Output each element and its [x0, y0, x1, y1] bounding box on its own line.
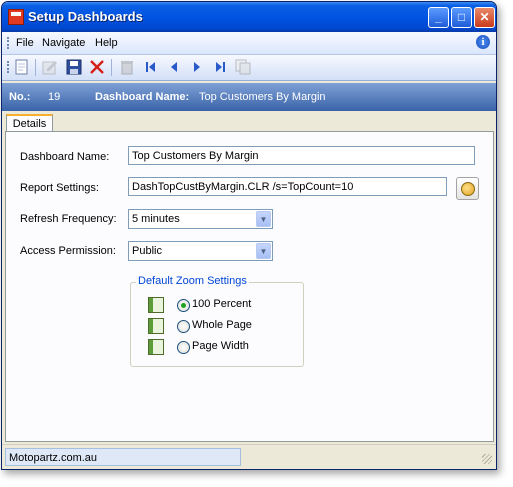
access-permission-value: Public	[132, 245, 162, 257]
zoom-page-width-icon	[148, 339, 164, 355]
report-settings-label: Report Settings:	[20, 182, 99, 194]
toolbar-grip	[7, 61, 11, 73]
record-header: No.: 19 Dashboard Name: Top Customers By…	[2, 83, 496, 111]
refresh-frequency-select[interactable]: 5 minutes ▼	[128, 209, 273, 229]
maximize-icon: □	[457, 10, 466, 24]
dashboard-name-header-value: Top Customers By Margin	[199, 91, 326, 103]
refresh-frequency-value: 5 minutes	[132, 213, 180, 225]
menu-navigate[interactable]: Navigate	[42, 37, 85, 49]
delete-x-icon[interactable]	[89, 59, 105, 75]
close-icon: ✕	[479, 10, 490, 24]
zoom-page-width-label[interactable]: Page Width	[192, 340, 249, 352]
menu-grip	[7, 37, 11, 49]
report-settings-browse-button[interactable]	[456, 177, 479, 200]
record-number-label: No.:	[9, 91, 31, 103]
last-record-icon[interactable]	[212, 59, 228, 75]
zoom-100-percent-radio[interactable]	[177, 299, 190, 312]
window-title: Setup Dashboards	[28, 9, 143, 24]
trash-icon[interactable]	[119, 59, 135, 75]
app-icon	[8, 9, 24, 25]
toolbar-separator	[35, 59, 36, 76]
dashboard-name-label: Dashboard Name:	[20, 151, 110, 163]
zoom-whole-page-radio[interactable]	[177, 320, 190, 333]
zoom-whole-page-icon	[148, 318, 164, 334]
setup-dashboards-window: Setup Dashboards _ □ ✕ File Navigate Hel…	[1, 1, 497, 470]
zoom-page-width-radio[interactable]	[177, 341, 190, 354]
info-icon[interactable]: i	[476, 35, 490, 49]
menu-file[interactable]: File	[16, 37, 34, 49]
toolbar-separator	[111, 59, 112, 76]
first-record-icon[interactable]	[143, 59, 159, 75]
minimize-button[interactable]: _	[428, 7, 449, 28]
default-zoom-title: Default Zoom Settings	[136, 275, 249, 287]
chevron-down-icon[interactable]: ▼	[256, 243, 271, 259]
record-number-value: 19	[48, 91, 61, 103]
tab-strip: Details	[2, 112, 496, 134]
close-button[interactable]: ✕	[474, 7, 495, 28]
chevron-down-icon[interactable]: ▼	[256, 211, 271, 227]
refresh-frequency-label: Refresh Frequency:	[20, 213, 117, 225]
maximize-button[interactable]: □	[451, 7, 472, 28]
save-icon[interactable]	[66, 59, 82, 75]
new-icon[interactable]	[14, 59, 30, 75]
report-settings-field[interactable]: DashTopCustByMargin.CLR /s=TopCount=10	[128, 177, 447, 196]
details-panel: Dashboard Name: Top Customers By Margin …	[5, 131, 494, 442]
next-record-icon[interactable]	[189, 59, 205, 75]
zoom-whole-page-label[interactable]: Whole Page	[192, 319, 252, 331]
toolbar	[2, 55, 496, 81]
menu-bar: File Navigate Help i	[2, 32, 496, 55]
title-bar[interactable]: Setup Dashboards _ □ ✕	[2, 2, 496, 32]
default-zoom-group: Default Zoom Settings 100 Percent Whole …	[130, 275, 304, 367]
access-permission-select[interactable]: Public ▼	[128, 241, 273, 261]
status-site: Motopartz.com.au	[5, 448, 241, 466]
minimize-icon: _	[435, 10, 442, 24]
access-permission-label: Access Permission:	[20, 245, 116, 257]
browse-icon	[460, 181, 475, 196]
resize-grip[interactable]	[482, 454, 492, 464]
zoom-100-percent-icon	[148, 297, 164, 313]
menu-help[interactable]: Help	[95, 37, 118, 49]
previous-record-icon[interactable]	[166, 59, 182, 75]
zoom-100-percent-label[interactable]: 100 Percent	[192, 298, 251, 310]
status-bar: Motopartz.com.au	[2, 444, 496, 468]
copy-icon[interactable]	[235, 59, 251, 75]
dashboard-name-header-label: Dashboard Name:	[95, 91, 190, 103]
edit-icon[interactable]	[42, 59, 58, 75]
dashboard-name-field[interactable]: Top Customers By Margin	[128, 146, 475, 165]
